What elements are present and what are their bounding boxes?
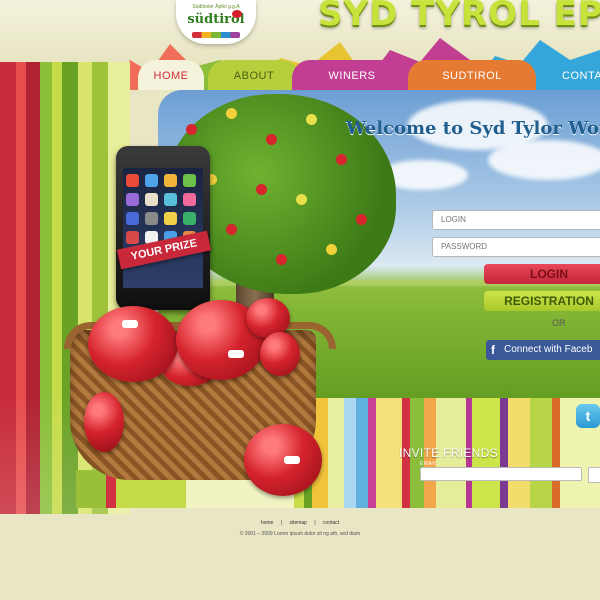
apple-fruit [226, 108, 237, 119]
apple-sticker [228, 350, 244, 358]
apple-fruit [266, 134, 277, 145]
footer-separator: | [280, 520, 283, 526]
or-divider-text: OR [552, 318, 566, 328]
app-icon [126, 231, 139, 244]
apple-fruit [306, 114, 317, 125]
registration-button[interactable]: REGISTRATION [484, 291, 600, 311]
invite-email-input[interactable] [420, 467, 582, 481]
apple-fruit [296, 194, 307, 205]
tab-sudtirol[interactable]: SUDTIROL [408, 60, 536, 90]
apple-fruit [356, 214, 367, 225]
apple [88, 306, 178, 382]
welcome-heading: Welcome to Syd Tylor World [346, 118, 600, 139]
facebook-connect-label: Connect with Faceb [504, 344, 593, 355]
phone-screen [123, 168, 203, 288]
footer-link-sitemap[interactable]: sitemap [289, 520, 307, 526]
apple-fruit [326, 244, 337, 255]
page-stage: Südtiroler Äpfel g.g.A südtirol SYD TYRO… [0, 0, 600, 600]
app-icon [126, 212, 139, 225]
logo-wordmark: südtirol [187, 12, 245, 27]
app-icon [183, 212, 196, 225]
facebook-icon: f [491, 343, 495, 357]
password-input[interactable] [432, 237, 600, 257]
apple-fruit [186, 124, 197, 135]
tab-about[interactable]: ABOUT [208, 60, 300, 90]
main-nav: ABOUT WINERS SUDTIROL CONTA HOME [0, 60, 600, 92]
login-input[interactable] [432, 210, 600, 230]
logo-stripes [192, 32, 240, 38]
site-title: SYD TYROL EPLER [318, 0, 600, 34]
footer-separator: | [314, 520, 316, 526]
logo-tagline: Südtiroler Äpfel g.g.A [192, 4, 240, 10]
app-icon [164, 212, 177, 225]
login-button[interactable]: LOGIN [484, 264, 600, 284]
app-icon [183, 174, 196, 187]
apple [260, 332, 300, 376]
app-icon [145, 212, 158, 225]
copyright-text: © 2001 – 2009 Lorem ipsum dolor sit ng a… [239, 531, 361, 537]
sudtirol-logo[interactable]: Südtiroler Äpfel g.g.A südtirol [176, 0, 256, 44]
tab-home[interactable]: HOME [138, 60, 204, 90]
facebook-connect-button[interactable]: f Connect with Faceb [486, 340, 600, 360]
apple-sticker [122, 320, 138, 328]
footer-links: home | sitemap | contact [0, 520, 600, 526]
ladybug-icon [232, 10, 242, 18]
invite-friends-title: INVITE FRIENDS [399, 446, 498, 460]
app-icon [183, 193, 196, 206]
invite-send-input[interactable] [588, 467, 600, 483]
app-icon [145, 174, 158, 187]
tab-contact[interactable]: CONTA [540, 60, 600, 90]
cloud-shape [488, 140, 600, 180]
twitter-icon[interactable]: t [576, 404, 600, 428]
apple-fruit [336, 154, 347, 165]
apple-fruit [256, 184, 267, 195]
app-icon [164, 193, 177, 206]
app-icon [145, 193, 158, 206]
apple-sticker [284, 456, 300, 464]
apple [84, 392, 124, 452]
app-icon [126, 174, 139, 187]
apple-fruit [276, 254, 287, 265]
footer-link-contact[interactable]: contact [323, 520, 339, 526]
tab-winers[interactable]: WINERS [292, 60, 412, 90]
footer-link-home[interactable]: home [261, 520, 274, 526]
apple-fruit [226, 224, 237, 235]
app-icon [126, 193, 139, 206]
apple [244, 424, 322, 496]
phone-prize-image [116, 146, 210, 310]
app-icon [164, 174, 177, 187]
